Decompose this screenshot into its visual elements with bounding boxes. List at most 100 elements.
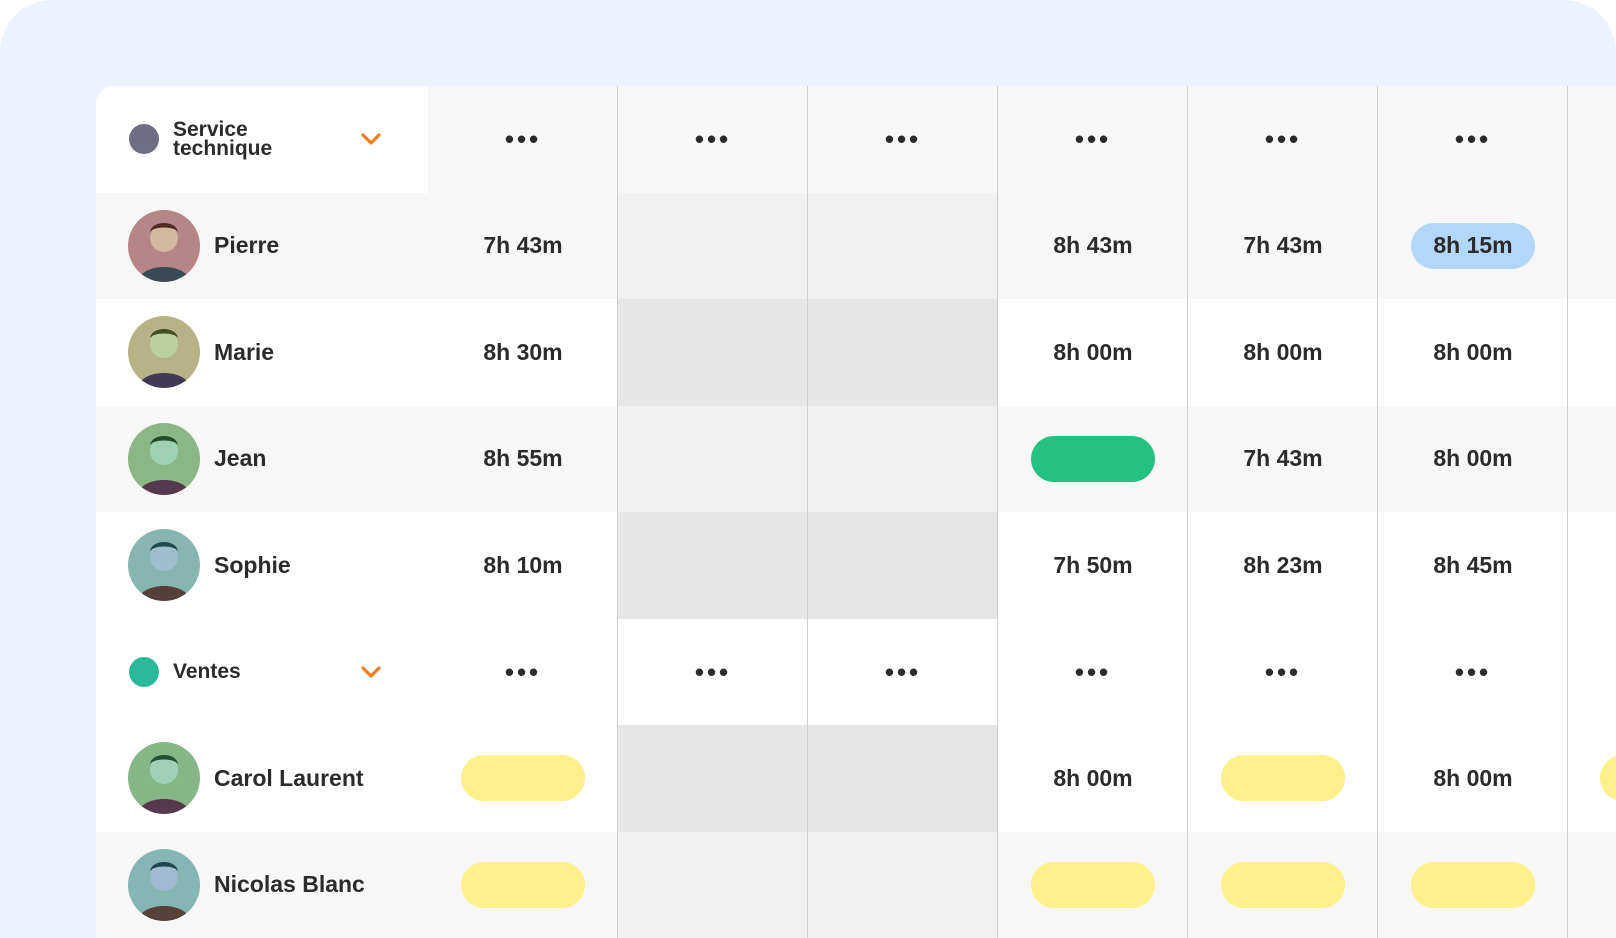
employee-row: Sophie: [96, 512, 428, 619]
time-cell[interactable]: [998, 832, 1188, 938]
more-options-icon[interactable]: •••: [1075, 126, 1111, 152]
time-cell[interactable]: 8h 10m: [428, 512, 618, 619]
group-day-menu[interactable]: •••: [808, 619, 998, 726]
time-cell[interactable]: 8h 00m: [998, 299, 1188, 406]
employee-name: Sophie: [214, 551, 291, 578]
name-column: Service technique Pierre Marie Jean Sophie Ve…: [96, 86, 428, 938]
group-name: Service technique: [173, 118, 273, 161]
time-cell[interactable]: [1188, 832, 1378, 938]
time-cell[interactable]: 8h 55m: [428, 406, 618, 513]
time-cell[interactable]: 7h 50m: [998, 512, 1188, 619]
group-day-menu[interactable]: •••: [1378, 619, 1568, 726]
chevron-down-icon[interactable]: [360, 128, 382, 150]
status-pill[interactable]: 8h 15m: [1411, 222, 1535, 269]
time-value: 8h 00m: [1433, 445, 1513, 472]
time-value: 8h 30m: [483, 338, 563, 365]
group-day-menu[interactable]: •••: [618, 86, 808, 193]
avatar[interactable]: [128, 209, 200, 282]
time-cell[interactable]: 8h 30m: [428, 299, 618, 406]
time-value: 8h 00m: [1053, 338, 1133, 365]
time-cell[interactable]: [1378, 832, 1568, 938]
group-day-menu[interactable]: •••: [998, 86, 1188, 193]
time-cell[interactable]: 8h 00m: [998, 725, 1188, 832]
more-options-icon[interactable]: •••: [505, 659, 541, 685]
group-color-dot: [129, 124, 159, 155]
group-header[interactable]: Service technique: [96, 86, 428, 193]
employee-row: Jean: [96, 405, 428, 512]
avatar[interactable]: [128, 848, 200, 921]
status-pill[interactable]: [461, 861, 585, 908]
time-cell[interactable]: 7h 43m: [1188, 406, 1378, 513]
group-color-dot: [129, 656, 159, 687]
empty-day-cell[interactable]: [618, 832, 808, 938]
more-options-icon[interactable]: •••: [1455, 659, 1491, 685]
time-cell[interactable]: 8h 23m: [1188, 512, 1378, 619]
empty-day-cell[interactable]: [808, 512, 998, 619]
chevron-down-icon[interactable]: [360, 661, 382, 683]
time-cell[interactable]: 8h 15m: [1378, 193, 1568, 300]
more-options-icon[interactable]: •••: [695, 659, 731, 685]
time-cell[interactable]: 7h 43m: [1188, 193, 1378, 300]
employee-row: Pierre: [96, 192, 428, 299]
time-value: 8h 00m: [1053, 764, 1133, 791]
empty-day-cell[interactable]: [618, 512, 808, 619]
empty-day-cell[interactable]: [808, 193, 998, 300]
avatar[interactable]: [128, 422, 200, 495]
empty-day-cell[interactable]: [618, 406, 808, 513]
time-value: 7h 43m: [1243, 445, 1323, 472]
more-options-icon[interactable]: •••: [1075, 659, 1111, 685]
group-day-menu[interactable]: •••: [428, 86, 618, 193]
avatar[interactable]: [128, 529, 200, 602]
avatar[interactable]: [128, 742, 200, 815]
time-cell[interactable]: 7h 43m: [428, 193, 618, 300]
empty-day-cell[interactable]: [808, 406, 998, 513]
status-pill[interactable]: [1221, 861, 1345, 908]
group-day-menu[interactable]: •••: [998, 619, 1188, 726]
employee-name: Jean: [214, 445, 267, 472]
avatar[interactable]: [128, 316, 200, 389]
group-day-menu[interactable]: •••: [1378, 86, 1568, 193]
more-options-icon[interactable]: •••: [885, 126, 921, 152]
status-pill[interactable]: [1411, 861, 1535, 908]
status-pill[interactable]: [1221, 755, 1345, 802]
empty-day-cell[interactable]: [618, 299, 808, 406]
more-options-icon[interactable]: •••: [1455, 126, 1491, 152]
app-background: Service technique Pierre Marie Jean Sophie Ve…: [0, 0, 1616, 938]
group-day-menu[interactable]: •••: [428, 619, 618, 726]
employee-name: Nicolas Blanc: [214, 871, 365, 898]
time-cell[interactable]: 8h 45m: [1378, 512, 1568, 619]
status-pill[interactable]: [1031, 861, 1155, 908]
status-pill[interactable]: [1031, 435, 1155, 482]
timesheet-grid: Service technique Pierre Marie Jean Sophie Ve…: [96, 86, 1616, 938]
time-cell[interactable]: 8h 00m: [1188, 299, 1378, 406]
time-value: 7h 43m: [483, 232, 563, 259]
group-day-menu[interactable]: •••: [808, 86, 998, 193]
time-cell[interactable]: [1188, 725, 1378, 832]
time-cell[interactable]: [998, 406, 1188, 513]
time-cell[interactable]: [428, 725, 618, 832]
more-options-icon[interactable]: •••: [1265, 126, 1301, 152]
time-value: 7h 50m: [1053, 551, 1133, 578]
more-options-icon[interactable]: •••: [885, 659, 921, 685]
group-day-menu[interactable]: •••: [618, 619, 808, 726]
more-options-icon[interactable]: •••: [695, 126, 731, 152]
time-cell[interactable]: 8h 00m: [1378, 299, 1568, 406]
empty-day-cell[interactable]: [808, 725, 998, 832]
day-column-7: [1568, 86, 1616, 938]
time-cell[interactable]: 8h 00m: [1378, 725, 1568, 832]
empty-day-cell[interactable]: [808, 832, 998, 938]
time-cell[interactable]: 8h 00m: [1378, 406, 1568, 513]
group-day-menu[interactable]: •••: [1188, 86, 1378, 193]
time-cell[interactable]: [428, 832, 618, 938]
time-value: 8h 43m: [1053, 232, 1133, 259]
status-pill[interactable]: [461, 755, 585, 802]
empty-day-cell[interactable]: [808, 299, 998, 406]
time-cell[interactable]: 8h 43m: [998, 193, 1188, 300]
group-day-menu[interactable]: •••: [1188, 619, 1378, 726]
empty-day-cell[interactable]: [618, 725, 808, 832]
employee-name: Pierre: [214, 232, 280, 259]
more-options-icon[interactable]: •••: [1265, 659, 1301, 685]
group-header[interactable]: Ventes: [96, 618, 428, 725]
more-options-icon[interactable]: •••: [505, 126, 541, 152]
empty-day-cell[interactable]: [618, 193, 808, 300]
